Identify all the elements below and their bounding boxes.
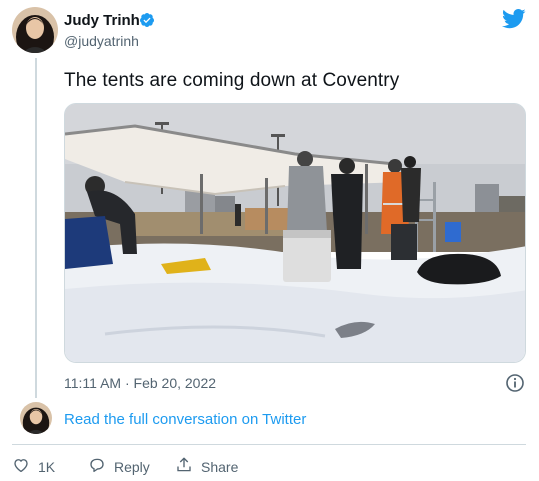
like-button[interactable]: 1K [12, 456, 55, 477]
thread-line [35, 58, 37, 398]
author-name[interactable]: Judy Trinh [64, 12, 140, 29]
author-handle[interactable]: @judyatrinh [64, 33, 139, 49]
tweet-media-photo[interactable] [64, 103, 526, 363]
author-avatar[interactable] [12, 7, 58, 53]
read-full-conversation-link[interactable]: Read the full conversation on Twitter [64, 411, 306, 428]
embedded-tweet-card: Judy Trinh @judyatrinh The tents are com… [0, 0, 539, 481]
reply-button[interactable]: Reply [88, 456, 150, 477]
author-avatar-small[interactable] [20, 402, 52, 434]
tweet-timestamp[interactable]: 11:11 AM · Feb 20, 2022 [64, 375, 216, 391]
divider [12, 444, 526, 445]
reply-label: Reply [114, 458, 150, 475]
reply-bubble-icon [88, 456, 114, 477]
twitter-bird-icon[interactable] [501, 9, 526, 29]
like-count: 1K [38, 458, 56, 475]
share-icon [175, 456, 201, 477]
verified-badge-icon [139, 12, 155, 28]
tweet-text: The tents are coming down at Coventry [64, 70, 400, 91]
info-icon[interactable] [505, 373, 525, 393]
heart-icon [12, 456, 38, 477]
share-label: Share [201, 458, 239, 475]
share-button[interactable]: Share [175, 456, 238, 477]
